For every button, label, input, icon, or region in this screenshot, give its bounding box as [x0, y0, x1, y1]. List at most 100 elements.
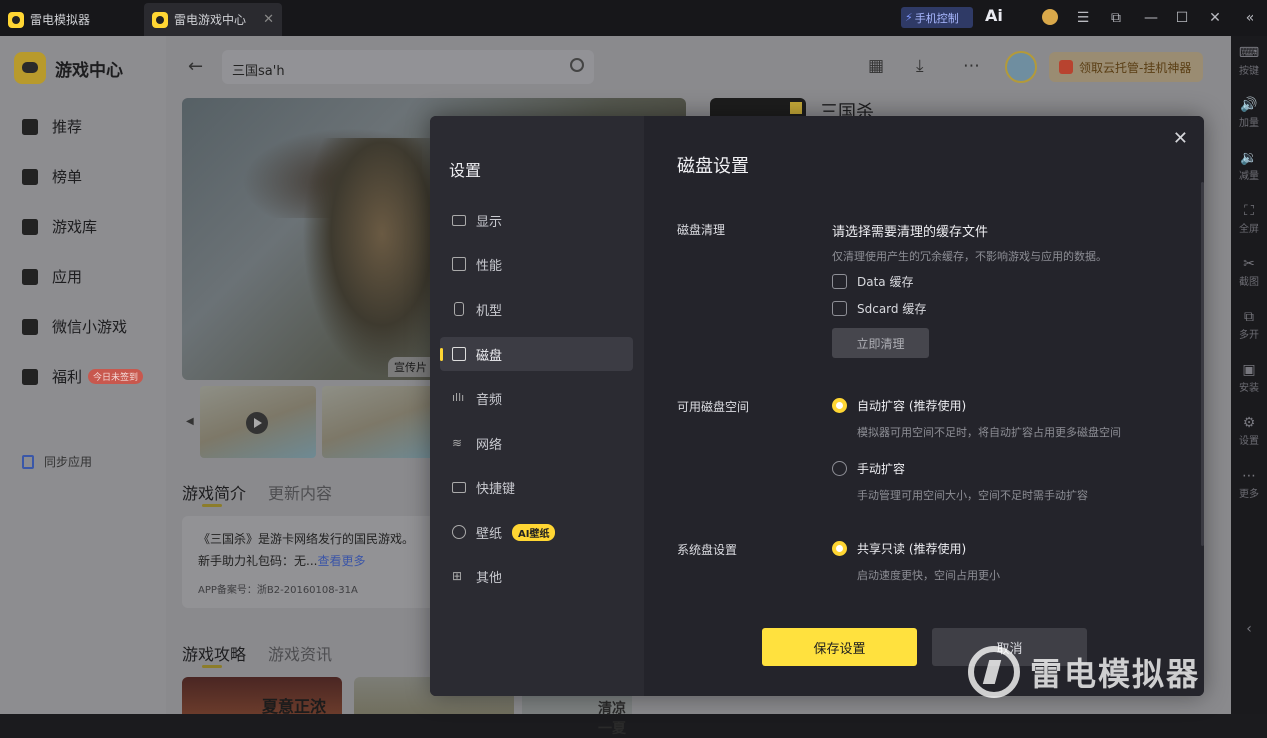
- watermark-text: 雷电模拟器: [1030, 655, 1201, 693]
- toolbar-more[interactable]: ⋯ 更多: [1231, 467, 1267, 500]
- see-more-link[interactable]: 查看更多: [317, 554, 365, 568]
- menu-icon[interactable]: ☰: [1073, 8, 1093, 28]
- settings-menu-other[interactable]: ⊞ 其他: [440, 559, 633, 593]
- game-icon[interactable]: [710, 98, 806, 118]
- sign-in-badge: 今日未签到: [88, 369, 144, 384]
- tab-emulator[interactable]: 雷电模拟器: [0, 3, 140, 36]
- settings-menu-model[interactable]: 机型: [440, 292, 633, 326]
- brand-title: 游戏中心: [55, 60, 123, 81]
- settings-menu-audio[interactable]: ıllı 音频: [440, 381, 633, 415]
- toolbar-install[interactable]: ▣ 安装: [1231, 361, 1267, 394]
- fullscreen-icon: ⛶: [1244, 203, 1254, 219]
- toolbar-label: 截图: [1239, 277, 1259, 288]
- sidebar-item-apps[interactable]: 应用: [20, 266, 82, 287]
- multi-instance-icon: ⧉: [1244, 309, 1254, 325]
- toolbar-fullscreen[interactable]: ⛶ 全屏: [1231, 202, 1267, 235]
- checkbox[interactable]: [832, 301, 847, 316]
- restore-icon[interactable]: ⧉: [1106, 8, 1126, 28]
- wechat-game-icon: [22, 318, 38, 335]
- menu-label: 磁盘: [476, 348, 503, 364]
- toolbar-settings[interactable]: ⚙ 设置: [1231, 414, 1267, 447]
- apps-icon: [22, 268, 38, 285]
- scrollbar[interactable]: [1201, 182, 1204, 546]
- back-arrow-icon[interactable]: ‹: [1231, 620, 1267, 638]
- search-icon[interactable]: [570, 58, 584, 72]
- minimize-icon[interactable]: —: [1141, 8, 1161, 28]
- close-icon[interactable]: ✕: [1173, 128, 1188, 149]
- sidebar-item-label: 推荐: [52, 118, 83, 136]
- menu-label: 壁纸: [476, 526, 503, 542]
- disk-settings-panel: 磁盘设置 ✕ 磁盘清理 请选择需要清理的缓存文件 仅清理使用产生的冗余缓存，不影…: [644, 116, 1204, 696]
- sidebar-item-ranking[interactable]: 榜单: [20, 166, 82, 187]
- tab-close-icon[interactable]: ✕: [263, 12, 274, 27]
- search-value: 三国sa'h: [232, 64, 285, 79]
- guide-card[interactable]: 夏意正浓: [182, 677, 342, 716]
- game-name: 三国杀: [820, 102, 874, 116]
- avatar[interactable]: [1005, 51, 1037, 83]
- maximize-icon[interactable]: ☐: [1172, 8, 1192, 28]
- data-cache-checkbox[interactable]: Data 缓存: [832, 273, 913, 290]
- settings-menu-wallpaper[interactable]: 壁纸 AI壁纸: [440, 515, 633, 549]
- tab-game-center[interactable]: 雷电游戏中心 ✕: [144, 3, 282, 36]
- toolbar-label: 减量: [1239, 171, 1259, 182]
- settings-menu-display[interactable]: 显示: [440, 203, 633, 237]
- game-description: 《三国杀》是游卡网络发行的国民游戏。 新手助力礼包码：无...查看更多 APP备…: [182, 516, 436, 608]
- cloud-hosting-button[interactable]: 领取云托管-挂机神器: [1049, 52, 1203, 82]
- settings-menu-disk[interactable]: 磁盘: [440, 337, 633, 371]
- gamepad-logo-icon: [14, 52, 46, 84]
- tab-underline: [202, 665, 222, 668]
- intro-tabs: 游戏简介 更新内容: [182, 480, 354, 507]
- back-arrow-icon[interactable]: ←: [188, 56, 203, 77]
- calendar-icon[interactable]: ▦: [868, 56, 884, 76]
- auto-expand-radio[interactable]: 自动扩容 (推荐使用): [832, 397, 966, 414]
- ai-label: Ai: [985, 6, 1003, 25]
- settings-menu-shortcuts[interactable]: 快捷键: [440, 470, 633, 504]
- sidebar-item-recommend[interactable]: 推荐: [20, 116, 82, 137]
- more-icon[interactable]: ⋯: [963, 56, 980, 76]
- install-icon: ▣: [1242, 362, 1256, 378]
- download-icon[interactable]: ⤓: [916, 56, 924, 76]
- clean-now-button[interactable]: 立即清理: [832, 328, 929, 358]
- sidebar-item-welfare[interactable]: 福利 今日未签到: [20, 366, 144, 387]
- tab-guides[interactable]: 游戏攻略: [182, 645, 246, 664]
- tab-label: 雷电模拟器: [30, 13, 91, 27]
- settings-menu-network[interactable]: ≋ 网络: [440, 426, 633, 460]
- checkbox[interactable]: [832, 274, 847, 289]
- toolbar-multi[interactable]: ⧉ 多开: [1231, 308, 1267, 341]
- settings-menu-performance[interactable]: 性能: [440, 247, 633, 281]
- brand: 游戏中心: [14, 52, 123, 84]
- sdcard-cache-checkbox[interactable]: Sdcard 缓存: [832, 300, 926, 317]
- tab-intro[interactable]: 游戏简介: [182, 484, 246, 503]
- tab-updates[interactable]: 更新内容: [268, 484, 332, 503]
- radio-selected[interactable]: [832, 398, 847, 413]
- save-button[interactable]: 保存设置: [762, 628, 917, 666]
- close-window-icon[interactable]: ✕: [1205, 8, 1225, 28]
- cloud-hosting-label: 领取云托管-挂机神器: [1079, 60, 1192, 75]
- sync-apps[interactable]: 同步应用: [22, 453, 92, 470]
- search-input[interactable]: 三国sa'h: [222, 50, 594, 84]
- sidebar-item-library[interactable]: 游戏库: [20, 216, 97, 237]
- shared-readonly-radio[interactable]: 共享只读 (推荐使用): [832, 540, 966, 557]
- manual-expand-radio[interactable]: 手动扩容: [832, 460, 905, 477]
- toolbar-volume-down[interactable]: 🔉 减量: [1231, 149, 1267, 182]
- radio-label: 手动扩容: [857, 462, 906, 476]
- radio-selected[interactable]: [832, 541, 847, 556]
- collapse-sidebar-icon[interactable]: «: [1240, 8, 1260, 28]
- thumbnail-image[interactable]: [322, 386, 438, 458]
- coin-icon[interactable]: [1042, 9, 1058, 25]
- radio-unselected[interactable]: [832, 461, 847, 476]
- phone-control-button[interactable]: ⚡ 手机控制: [901, 7, 973, 28]
- toolbar-screenshot[interactable]: ✂ 截图: [1231, 255, 1267, 288]
- sidebar-item-label: 微信小游戏: [52, 318, 128, 336]
- settings-dialog: 设置 显示 性能 机型 磁盘 ıllı 音频 ≋ 网络 快捷键 壁纸 AI壁纸 ⊞ 其他…: [430, 116, 1204, 696]
- ai-button[interactable]: Ai: [985, 6, 1003, 25]
- toolbar-label: 设置: [1239, 436, 1259, 447]
- tab-news[interactable]: 游戏资讯: [268, 645, 332, 664]
- sidebar-item-wechat[interactable]: 微信小游戏: [20, 316, 127, 337]
- toolbar-keymap[interactable]: ⌨ 按键: [1231, 44, 1267, 77]
- thumbnail-video[interactable]: [200, 386, 316, 458]
- guide-card[interactable]: 清凉一夏: [522, 696, 632, 737]
- sync-icon: [22, 454, 34, 469]
- play-icon: [246, 412, 268, 434]
- toolbar-volume-up[interactable]: 🔊 加量: [1231, 96, 1267, 129]
